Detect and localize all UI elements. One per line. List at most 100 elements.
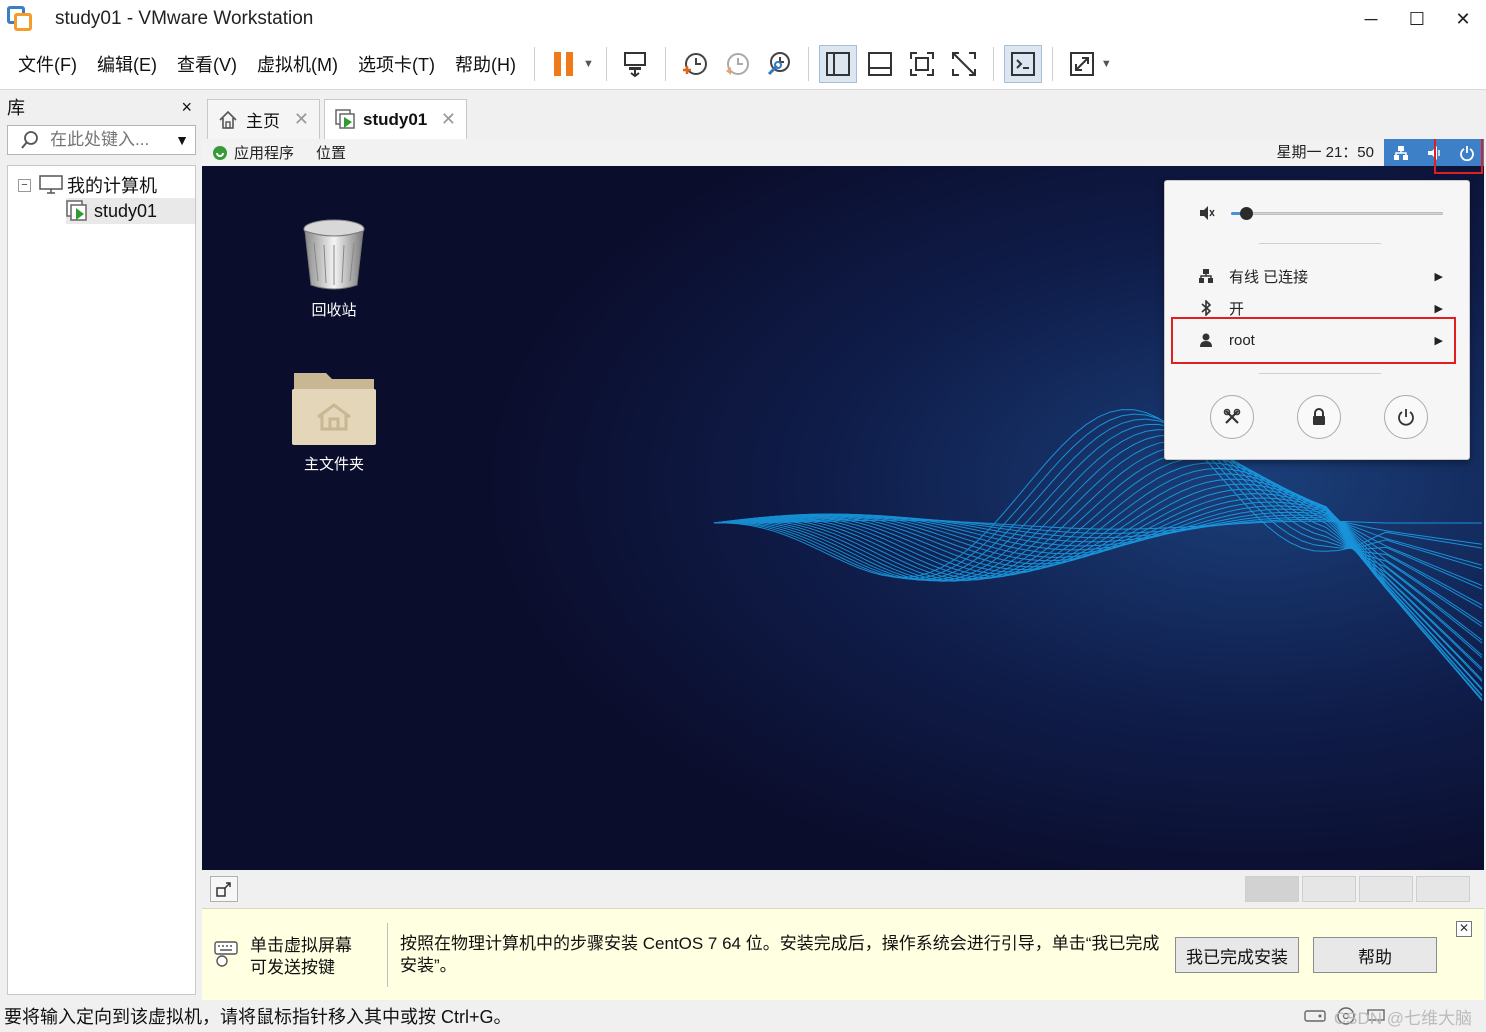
wired-network-icon — [1199, 269, 1213, 283]
toolbar-separator — [664, 46, 666, 81]
tab-home[interactable]: 主页 ✕ — [207, 99, 320, 139]
volume-knob[interactable] — [1239, 207, 1253, 220]
console-view-button[interactable] — [1003, 44, 1042, 83]
toolbar-separator — [1051, 46, 1053, 81]
csdn-watermark: CSDN @七维大脑 — [1333, 1009, 1472, 1028]
home-folder-icon — [292, 373, 376, 445]
snapshot-clock-icon — [682, 52, 707, 75]
stretch-dropdown-icon[interactable]: ▼ — [1101, 58, 1112, 70]
info-divider — [387, 923, 388, 987]
desktop-icon-trash-label: 回收站 — [311, 302, 357, 319]
pause-icon — [553, 51, 573, 76]
tree-child-label: study01 — [94, 200, 158, 221]
tree-collapse-toggle[interactable]: − — [18, 178, 31, 192]
chevron-right-icon: ▶ — [1434, 270, 1443, 283]
power-off-button[interactable] — [1384, 395, 1428, 439]
library-panel: 库 × ▼ − 我的计算机 study01 — [0, 91, 202, 999]
library-search-input[interactable] — [50, 130, 168, 150]
full-screen-button[interactable] — [903, 45, 941, 83]
lock-screen-button[interactable] — [1297, 395, 1341, 439]
toolbar-separator — [807, 46, 809, 81]
bluetooth-icon — [1201, 300, 1212, 316]
library-search[interactable]: ▼ — [7, 125, 196, 155]
unity-mode-icon — [951, 51, 976, 76]
snapshot-button[interactable] — [676, 45, 714, 83]
thumbnail-bar-button[interactable] — [861, 45, 899, 83]
volume-muted-icon — [1200, 206, 1215, 220]
maximize-button[interactable]: ☐ — [1394, 0, 1440, 38]
menu-separator — [1259, 243, 1381, 244]
desktop-icon-home-folder[interactable]: 主文件夹 — [288, 365, 380, 474]
tree-root-label: 我的计算机 — [67, 176, 157, 196]
search-icon — [21, 131, 38, 149]
menu-edit[interactable]: 编辑(E) — [87, 51, 167, 77]
highlight-box-user — [1171, 317, 1456, 364]
menu-help[interactable]: 帮助(H) — [445, 51, 526, 77]
gnome-clock[interactable]: 星期一 21：50 — [1276, 139, 1374, 166]
volume-slider[interactable] — [1199, 205, 1449, 221]
settings-button[interactable] — [1210, 395, 1254, 439]
snapshot-manager-button[interactable] — [760, 45, 798, 83]
toolbar-separator — [605, 46, 607, 81]
settings-tools-icon — [1223, 408, 1241, 424]
thumbnail-slot[interactable] — [1245, 876, 1299, 902]
fit-window-icon — [216, 882, 231, 897]
show-library-button[interactable] — [818, 44, 857, 83]
gnome-top-bar: 应用程序 位置 星期一 21：50 — [202, 139, 1484, 166]
stretch-guest-button[interactable] — [1063, 45, 1101, 83]
applications-menu[interactable]: 应用程序 — [234, 142, 294, 163]
computer-icon — [39, 175, 63, 194]
bluetooth-label: 开 — [1229, 300, 1245, 318]
home-icon — [219, 110, 237, 129]
thumbnail-slot[interactable] — [1302, 876, 1356, 902]
wired-network-icon — [1394, 145, 1408, 160]
revert-clock-icon — [725, 52, 749, 75]
fit-window-button[interactable] — [210, 876, 238, 902]
revert-snapshot-button[interactable] — [718, 45, 756, 83]
tab-study01-label: study01 — [363, 109, 428, 129]
menu-vm[interactable]: 虚拟机(M) — [247, 51, 348, 77]
volume-track[interactable] — [1231, 212, 1443, 215]
minimize-button[interactable]: ─ — [1348, 0, 1394, 38]
keyboard-mouse-icon — [214, 941, 238, 967]
library-panel-icon — [825, 51, 850, 76]
vm-running-icon — [66, 200, 87, 221]
hard-disk-icon[interactable] — [1304, 1006, 1326, 1024]
help-button[interactable]: 帮助 — [1313, 937, 1437, 973]
thumbnail-slot[interactable] — [1359, 876, 1413, 902]
menu-file[interactable]: 文件(F) — [8, 51, 87, 77]
pause-dropdown-icon[interactable]: ▼ — [583, 58, 594, 70]
tab-home-close-button[interactable]: ✕ — [294, 109, 309, 130]
unity-mode-button[interactable] — [945, 45, 983, 83]
wired-network-row[interactable]: 有线 已连接 ▶ — [1199, 265, 1443, 287]
close-button[interactable]: ✕ — [1440, 0, 1486, 38]
bluetooth-row[interactable]: 开 ▶ — [1199, 297, 1443, 319]
menu-tabs[interactable]: 选项卡(T) — [348, 51, 445, 77]
send-keys-icon — [623, 51, 646, 77]
tab-study01[interactable]: study01 ✕ — [324, 99, 467, 139]
vm-guest-screen[interactable]: 应用程序 位置 星期一 21：50 回收站 主文件夹 有线 已连接 ▶ 开 ▶ … — [202, 139, 1484, 870]
library-close-button[interactable]: × — [181, 97, 192, 118]
tree-item-study01[interactable]: study01 — [66, 198, 195, 224]
snapshot-manager-icon — [767, 51, 790, 75]
search-dropdown-icon[interactable]: ▼ — [175, 132, 189, 148]
library-tree: − 我的计算机 study01 — [7, 165, 196, 995]
places-menu[interactable]: 位置 — [316, 142, 346, 163]
vm-view-footer — [202, 870, 1484, 908]
menu-separator — [1259, 373, 1381, 374]
desktop-icon-home-label: 主文件夹 — [303, 456, 364, 473]
install-complete-button[interactable]: 我已完成安装 — [1175, 937, 1299, 973]
pause-button[interactable] — [545, 45, 583, 83]
tab-study01-close-button[interactable]: ✕ — [441, 109, 456, 130]
send-ctrl-alt-del-button[interactable] — [617, 45, 655, 83]
vmware-logo-icon — [7, 6, 33, 32]
info-bar-close-button[interactable]: ✕ — [1456, 921, 1472, 937]
desktop-icon-trash[interactable]: 回收站 — [294, 217, 374, 320]
power-icon — [1398, 409, 1414, 426]
title-bar: study01 - VMware Workstation ─ ☐ ✕ — [0, 0, 1486, 38]
lock-icon — [1313, 408, 1325, 425]
menu-view[interactable]: 查看(V) — [167, 51, 247, 77]
vm-running-icon — [335, 108, 355, 129]
tree-item-my-computer[interactable]: − 我的计算机 — [8, 172, 195, 198]
thumbnail-slot[interactable] — [1416, 876, 1470, 902]
